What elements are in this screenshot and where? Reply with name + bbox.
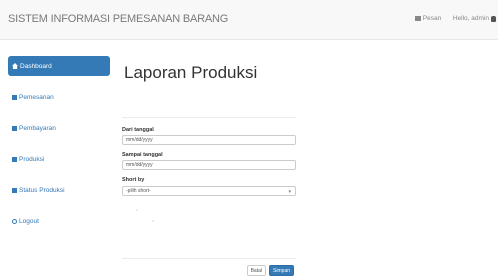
flag-icon <box>414 16 421 21</box>
to-date-label: Sampai tanggal <box>122 152 163 158</box>
top-navbar: SISTEM INFORMASI PEMESANAN BARANG Pesan … <box>0 0 498 40</box>
sidebar-item-label: Dashboard <box>20 62 52 70</box>
to-date-input[interactable]: mm/dd/yyyy <box>122 160 296 170</box>
sidebar-item-label: Pembayaran <box>19 124 56 132</box>
faint-dot <box>136 209 138 211</box>
building-icon <box>12 125 17 131</box>
messages-link[interactable]: Pesan <box>423 15 441 22</box>
sort-by-select[interactable]: -pilih short- ▾ <box>122 186 296 196</box>
sidebar-item-label: Status Produksi <box>19 186 65 194</box>
sidebar-item-produksi[interactable]: Produksi <box>8 149 110 169</box>
sidebar-item-label: Produksi <box>19 155 45 163</box>
user-icon[interactable] <box>491 15 496 22</box>
sidebar-item-pembayaran[interactable]: Pembayaran <box>8 118 110 138</box>
building-icon <box>12 94 17 100</box>
building-icon <box>12 156 17 162</box>
from-date-input[interactable]: mm/dd/yyyy <box>122 135 296 145</box>
panel-footer: Batal Simpan <box>122 258 296 276</box>
from-date-label: Dari tanggal <box>122 127 154 133</box>
faint-dot <box>152 220 154 222</box>
user-greeting[interactable]: Hello, admin <box>453 15 489 22</box>
sidebar-item-pemesanan[interactable]: Pemesanan <box>8 87 110 107</box>
logout-icon <box>12 218 17 224</box>
sort-by-label: Short by <box>122 177 145 183</box>
submit-button[interactable]: Simpan <box>269 265 294 276</box>
sidebar: Dashboard Pemesanan Pembayaran Produksi … <box>8 56 110 242</box>
sidebar-item-logout[interactable]: Logout <box>8 211 110 231</box>
report-form-panel: Dari tanggal mm/dd/yyyy Sampai tanggal m… <box>122 117 296 276</box>
home-icon <box>12 63 18 69</box>
chevron-down-icon: ▾ <box>288 189 291 195</box>
sidebar-item-label: Pemesanan <box>19 93 54 101</box>
page-title: Laporan Produksi <box>124 63 258 82</box>
cancel-button[interactable]: Batal <box>246 265 266 276</box>
sidebar-item-status-produksi[interactable]: Status Produksi <box>8 180 110 200</box>
sidebar-item-dashboard[interactable]: Dashboard <box>8 56 110 76</box>
sort-by-value: -pilih short- <box>126 188 151 194</box>
top-right-menu: Pesan Hello, admin <box>414 15 496 22</box>
app-title[interactable]: SISTEM INFORMASI PEMESANAN BARANG <box>8 13 228 25</box>
building-icon <box>12 187 17 193</box>
sidebar-item-label: Logout <box>19 217 39 225</box>
